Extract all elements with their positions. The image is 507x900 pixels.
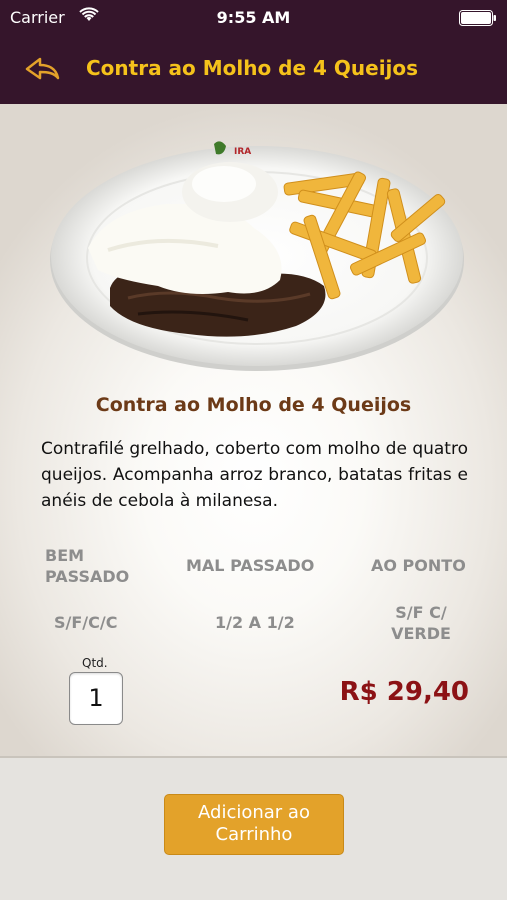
option-sfcc[interactable]: S/F/C/C [54, 612, 117, 633]
option-line: PASSADO [45, 567, 130, 586]
dish-photo: IRA [48, 138, 466, 378]
add-to-cart-line: Carrinho [215, 824, 293, 845]
back-button[interactable] [20, 52, 66, 86]
battery-icon [459, 10, 497, 30]
page-title: Contra ao Molho de 4 Queijos [86, 56, 419, 80]
price: R$ 29,40 [339, 677, 469, 707]
option-sfc-verde[interactable]: S/F C/ VERDE [380, 602, 462, 644]
option-label: AO PONTO [371, 556, 466, 575]
status-bar: Carrier 9:55 AM [0, 0, 507, 36]
quantity-label: Qtd. [82, 656, 108, 670]
nav-bar: Contra ao Molho de 4 Queijos [0, 40, 507, 100]
option-label: S/F/C/C [54, 613, 118, 632]
add-to-cart-button[interactable]: Adicionar ao Carrinho [164, 794, 344, 855]
option-line: BEM [45, 546, 85, 565]
option-line: VERDE [391, 624, 451, 643]
option-label: MAL PASSADO [186, 556, 315, 575]
quantity-input[interactable]: 1 [69, 672, 123, 725]
option-meio-a-meio[interactable]: 1/2 A 1/2 [215, 612, 295, 633]
status-time: 9:55 AM [216, 8, 291, 27]
screen: Carrier 9:55 AM Contra ao Molho de 4 Que… [0, 0, 507, 900]
option-line: S/F C/ [395, 603, 447, 622]
dish-title: Contra ao Molho de 4 Queijos [95, 394, 412, 416]
header: Carrier 9:55 AM Contra ao Molho de 4 Que… [0, 0, 507, 104]
option-ao-ponto[interactable]: AO PONTO [371, 555, 466, 576]
plate-logo: IRA [234, 147, 251, 157]
option-label: 1/2 A 1/2 [215, 613, 295, 632]
add-to-cart-line: Adicionar ao [198, 802, 310, 823]
back-arrow-icon [20, 57, 66, 90]
option-mal-passado[interactable]: MAL PASSADO [186, 555, 314, 576]
option-bem-passado[interactable]: BEM PASSADO [45, 545, 129, 587]
dish-description: Contrafilé grelhado, coberto com molho d… [41, 439, 468, 511]
